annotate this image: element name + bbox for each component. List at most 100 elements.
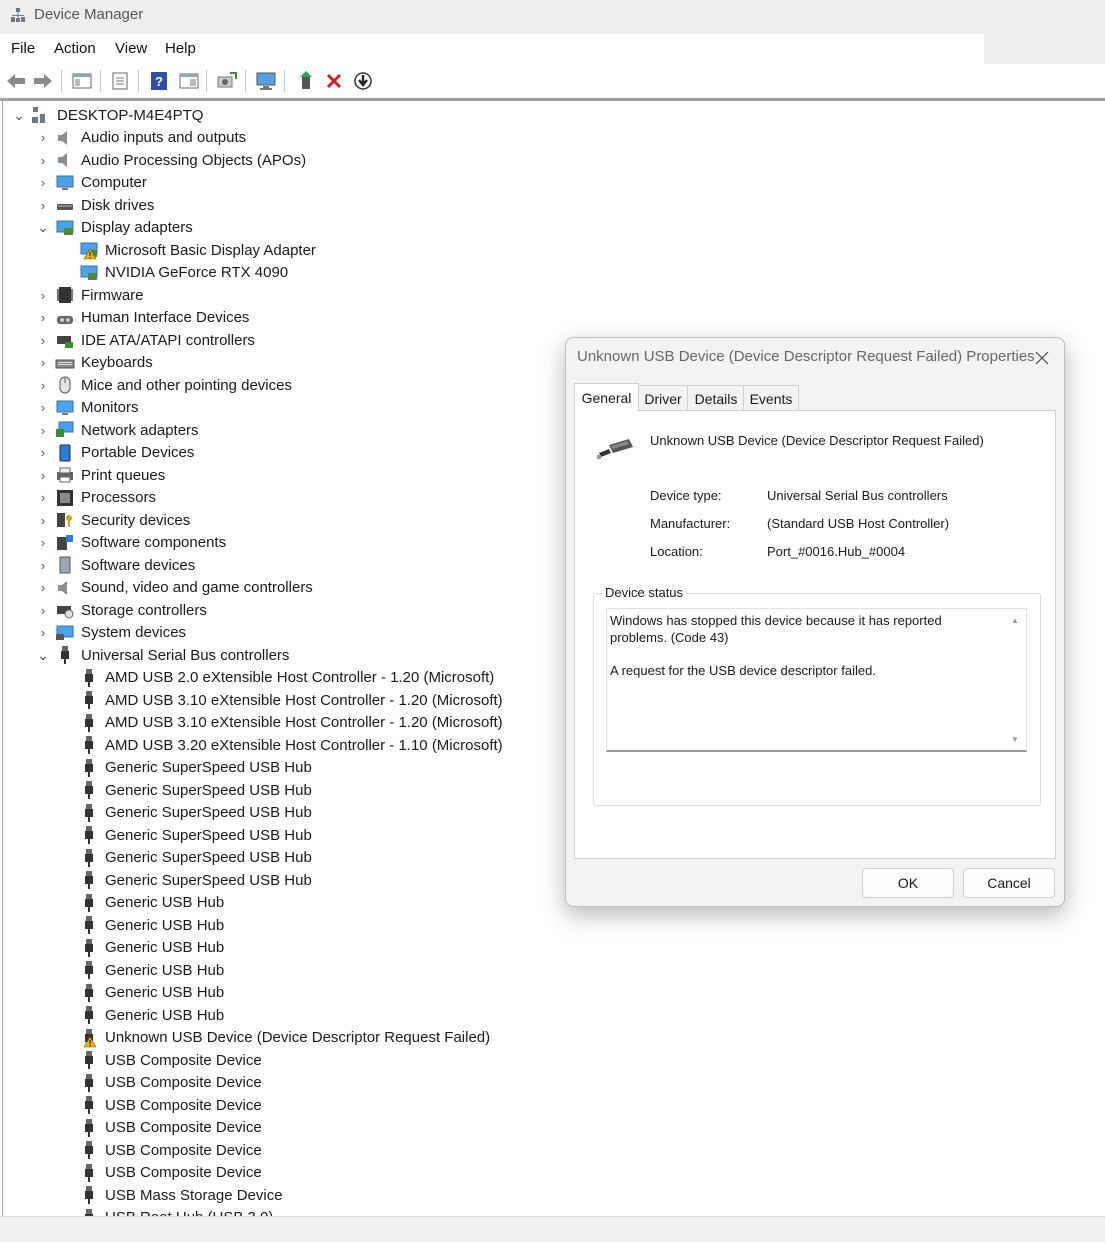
tree-device-item[interactable]: Generic SuperSpeed USB Hub — [79, 847, 312, 869]
device-status-textbox[interactable]: Windows has stopped this device because … — [606, 608, 1027, 752]
scroll-down-icon[interactable]: ▼ — [1010, 734, 1020, 744]
tree-category[interactable]: Computer — [55, 172, 147, 194]
tree-device-item[interactable]: NVIDIA GeForce RTX 4090 — [79, 262, 288, 284]
menu-help[interactable]: Help — [165, 40, 196, 57]
monitor-icon[interactable] — [254, 69, 278, 93]
tab-driver[interactable]: Driver — [637, 385, 689, 411]
tree-category[interactable]: Keyboards — [55, 352, 153, 374]
tree-category[interactable]: Audio inputs and outputs — [55, 127, 246, 149]
tree-category[interactable]: Universal Serial Bus controllers — [55, 644, 289, 666]
ok-button[interactable]: OK — [862, 868, 954, 898]
tree-device-item[interactable]: USB Root Hub (USB 3.0) — [79, 1207, 273, 1216]
chevron-right-icon[interactable]: › — [37, 625, 49, 640]
tree-category[interactable]: System devices — [55, 622, 186, 644]
tree-category[interactable]: Software components — [55, 532, 226, 554]
tree-device-item[interactable]: USB Mass Storage Device — [79, 1184, 283, 1206]
tree-category[interactable]: Display adapters — [55, 217, 193, 239]
tree-device-item[interactable]: Generic SuperSpeed USB Hub — [79, 779, 312, 801]
tree-device-item[interactable]: AMD USB 3.10 eXtensible Host Controller … — [79, 689, 503, 711]
tree-device-item[interactable]: Generic SuperSpeed USB Hub — [79, 802, 312, 824]
uninstall-device-icon[interactable] — [322, 69, 346, 93]
tree-category[interactable]: Mice and other pointing devices — [55, 374, 292, 396]
help-icon[interactable]: ? — [147, 69, 171, 93]
chevron-right-icon[interactable]: › — [37, 400, 49, 415]
tree-device-item[interactable]: Generic USB Hub — [79, 982, 224, 1004]
device-status-label: Device status — [602, 585, 687, 600]
chevron-down-icon[interactable]: ⌄ — [37, 219, 49, 235]
show-hide-console-tree-icon[interactable] — [70, 69, 94, 93]
tree-device-item[interactable]: Generic SuperSpeed USB Hub — [79, 757, 312, 779]
tree-category[interactable]: Storage controllers — [55, 599, 207, 621]
tab-events[interactable]: Events — [743, 385, 799, 411]
tree-device-item[interactable]: Generic USB Hub — [79, 1004, 224, 1026]
menu-action[interactable]: Action — [54, 40, 96, 57]
close-icon[interactable] — [1030, 346, 1054, 370]
chevron-right-icon[interactable]: › — [37, 288, 49, 303]
tree-category[interactable]: Network adapters — [55, 419, 199, 441]
chevron-right-icon[interactable]: › — [37, 378, 49, 393]
menu-view[interactable]: View — [115, 40, 147, 57]
menu-file[interactable]: File — [11, 40, 35, 57]
tree-device-item[interactable]: Microsoft Basic Display Adapter — [79, 239, 316, 261]
tree-device-item[interactable]: AMD USB 3.10 eXtensible Host Controller … — [79, 712, 503, 734]
view-resources-icon[interactable] — [177, 69, 201, 93]
tree-device-item[interactable]: Generic SuperSpeed USB Hub — [79, 869, 312, 891]
tree-category[interactable]: Portable Devices — [55, 442, 194, 464]
chevron-right-icon[interactable]: › — [37, 558, 49, 573]
tree-device-item[interactable]: USB Composite Device — [79, 1049, 262, 1071]
cancel-button[interactable]: Cancel — [963, 868, 1055, 898]
tree-device-item[interactable]: Generic USB Hub — [79, 959, 224, 981]
chevron-right-icon[interactable]: › — [37, 535, 49, 550]
toolbar: ? — [0, 64, 1105, 98]
tree-category[interactable]: Software devices — [55, 554, 195, 576]
download-icon[interactable] — [351, 69, 375, 93]
chevron-right-icon[interactable]: › — [37, 580, 49, 595]
tree-category[interactable]: Audio Processing Objects (APOs) — [55, 149, 306, 171]
tree-device-item[interactable]: Unknown USB Device (Device Descriptor Re… — [79, 1027, 490, 1049]
tree-device-item[interactable]: USB Composite Device — [79, 1117, 262, 1139]
tree-device-item[interactable]: Generic USB Hub — [79, 937, 224, 959]
back-arrow-icon[interactable] — [4, 69, 28, 93]
tree-device-item[interactable]: Generic USB Hub — [79, 892, 224, 914]
tab-general[interactable]: General — [574, 383, 639, 411]
tree-category[interactable]: Disk drives — [55, 194, 154, 216]
tree-device-item[interactable]: Generic USB Hub — [79, 914, 224, 936]
forward-arrow-icon[interactable] — [31, 69, 55, 93]
tree-category[interactable]: Security devices — [55, 509, 190, 531]
chevron-right-icon[interactable]: › — [37, 513, 49, 528]
tree-category[interactable]: Firmware — [55, 284, 144, 306]
update-driver-icon[interactable] — [294, 69, 318, 93]
tree-root[interactable]: DESKTOP-M4E4PTQ — [31, 104, 203, 126]
chevron-right-icon[interactable]: › — [37, 175, 49, 190]
chevron-down-icon[interactable]: ⌄ — [37, 647, 49, 663]
tree-category[interactable]: IDE ATA/ATAPI controllers — [55, 329, 255, 351]
chevron-right-icon[interactable]: › — [37, 153, 49, 168]
chevron-right-icon[interactable]: › — [37, 423, 49, 438]
chevron-right-icon[interactable]: › — [37, 603, 49, 618]
scan-hardware-icon[interactable] — [215, 69, 239, 93]
chevron-down-icon[interactable]: ⌄ — [13, 107, 25, 123]
tab-details[interactable]: Details — [687, 385, 745, 411]
tree-device-item[interactable]: AMD USB 3.20 eXtensible Host Controller … — [79, 734, 503, 756]
chevron-right-icon[interactable]: › — [37, 333, 49, 348]
chevron-right-icon[interactable]: › — [37, 468, 49, 483]
scroll-up-icon[interactable]: ▲ — [1010, 615, 1020, 625]
properties-icon[interactable] — [108, 69, 132, 93]
tree-device-item[interactable]: AMD USB 2.0 eXtensible Host Controller -… — [79, 667, 494, 689]
tree-device-item[interactable]: Generic SuperSpeed USB Hub — [79, 824, 312, 846]
chevron-right-icon[interactable]: › — [37, 445, 49, 460]
chevron-right-icon[interactable]: › — [37, 355, 49, 370]
tree-category[interactable]: Processors — [55, 487, 156, 509]
tree-device-item[interactable]: USB Composite Device — [79, 1094, 262, 1116]
chevron-right-icon[interactable]: › — [37, 310, 49, 325]
tree-device-item[interactable]: USB Composite Device — [79, 1139, 262, 1161]
tree-category[interactable]: Monitors — [55, 397, 139, 419]
chevron-right-icon[interactable]: › — [37, 130, 49, 145]
chevron-right-icon[interactable]: › — [37, 490, 49, 505]
tree-device-item[interactable]: USB Composite Device — [79, 1072, 262, 1094]
tree-category[interactable]: Sound, video and game controllers — [55, 577, 313, 599]
tree-category[interactable]: Print queues — [55, 464, 165, 486]
tree-device-item[interactable]: USB Composite Device — [79, 1162, 262, 1184]
chevron-right-icon[interactable]: › — [37, 198, 49, 213]
tree-category[interactable]: Human Interface Devices — [55, 307, 249, 329]
